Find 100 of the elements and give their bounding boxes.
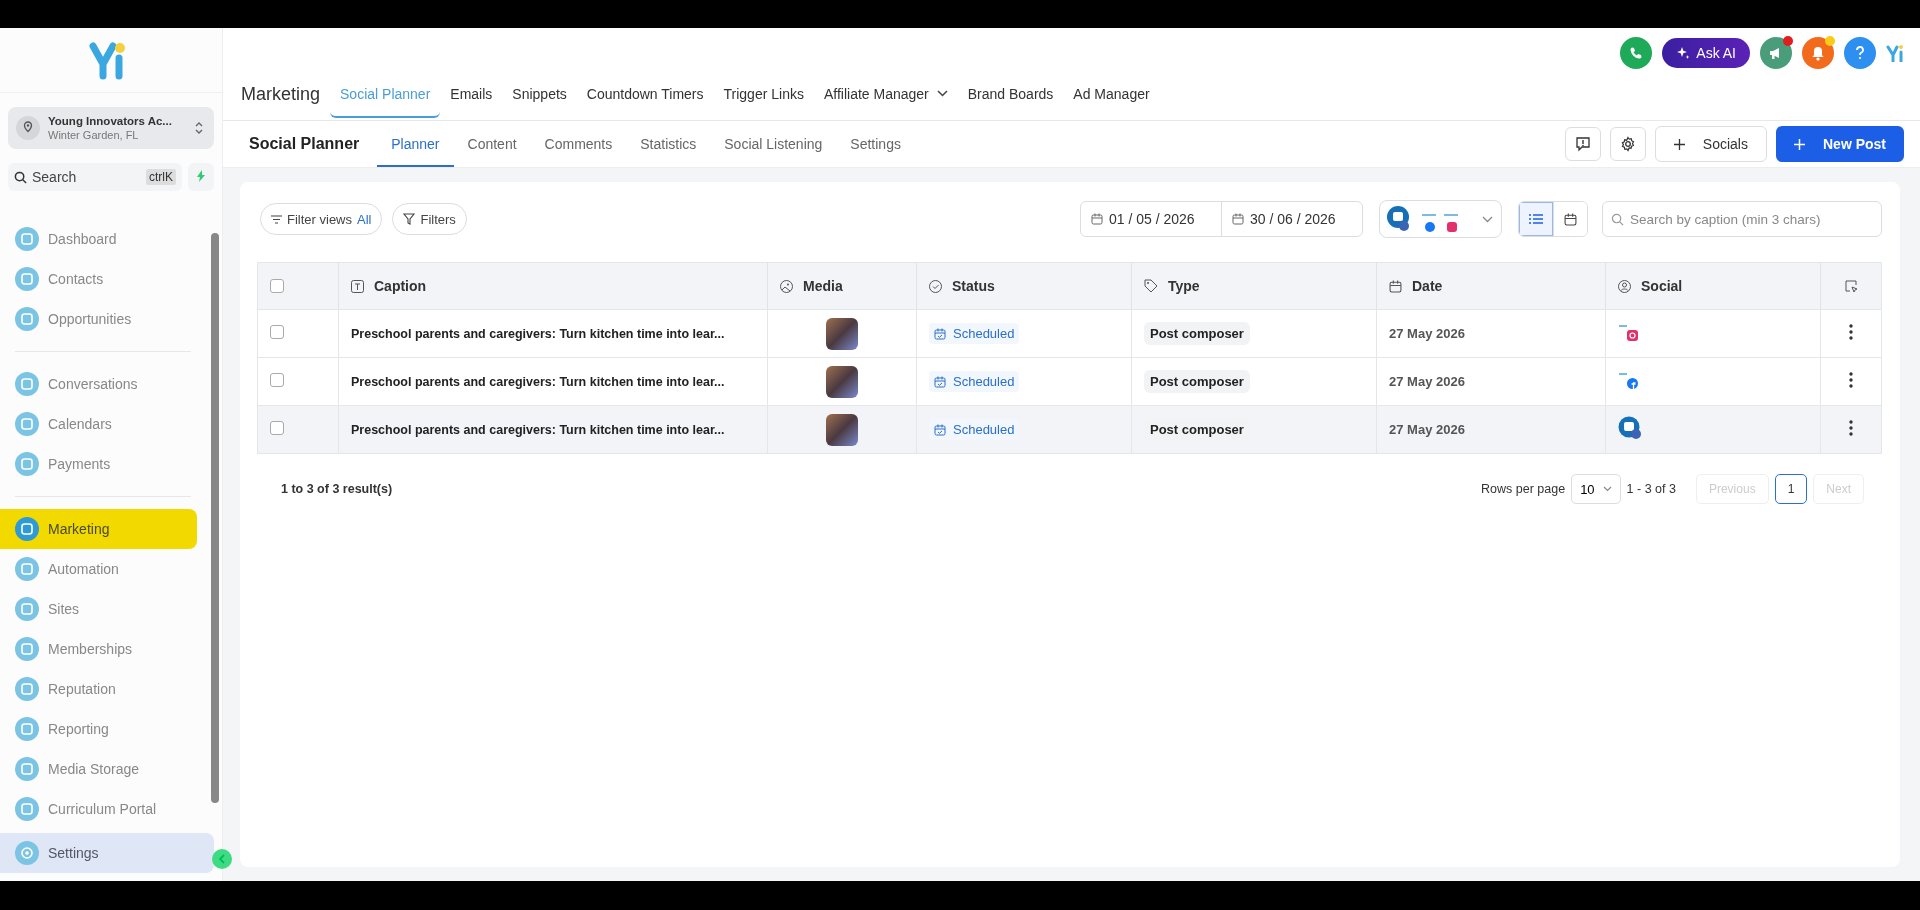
feedback-button[interactable] (1564, 127, 1601, 161)
notifications-button[interactable] (1802, 37, 1834, 69)
row-checkbox[interactable] (270, 373, 284, 387)
status-tag: Scheduled (929, 419, 1020, 440)
sidebar-item[interactable]: Calendars (0, 404, 197, 444)
tab[interactable]: Planner (377, 121, 454, 167)
list-view-button[interactable] (1519, 202, 1553, 236)
column-settings-icon (1844, 279, 1858, 293)
row-checkbox[interactable] (270, 325, 284, 339)
filters-button[interactable]: Filters (392, 203, 467, 235)
nav-tab[interactable]: Ad Manager (1063, 70, 1160, 118)
column-header: Type (1131, 262, 1377, 310)
sidebar-item[interactable]: Contacts (0, 259, 197, 299)
plus-icon (1673, 138, 1685, 150)
ask-ai-button[interactable]: Ask AI (1662, 38, 1750, 68)
select-all-checkbox[interactable] (270, 279, 284, 293)
sidebar-item[interactable]: Automation (0, 549, 197, 589)
nav-icon (15, 677, 39, 701)
chevron-left-icon (218, 854, 226, 864)
post-caption[interactable]: Preschool parents and caregivers: Turn kitchen time into lear... (351, 327, 725, 341)
nav-tab[interactable]: Snippets (502, 70, 577, 118)
logo-icon[interactable] (1886, 44, 1906, 62)
column-header: Media (767, 262, 917, 310)
tab[interactable]: Content (453, 121, 531, 167)
sidebar-item[interactable]: Sites (0, 589, 197, 629)
chevron-down-icon (1482, 215, 1493, 223)
sidebar-item[interactable]: Payments (0, 444, 197, 484)
nav-icon (15, 557, 39, 581)
help-button[interactable] (1844, 37, 1876, 69)
add-socials-button[interactable]: Socials (1654, 126, 1767, 162)
tab[interactable]: Statistics (626, 121, 711, 167)
rows-per-page-label: Rows per page (1481, 482, 1566, 496)
nav-icon (15, 797, 39, 821)
nav-tab[interactable]: Affiliate Manager (813, 70, 958, 118)
nav-tab[interactable]: Brand Boards (957, 70, 1064, 118)
feedback-icon (1574, 136, 1591, 152)
calendar-view-button[interactable] (1553, 202, 1587, 236)
accounts-selector[interactable] (1379, 200, 1502, 238)
nav-icon (15, 307, 39, 331)
location-pin-icon (16, 116, 40, 140)
business-account-icon (1618, 416, 1644, 440)
nav-icon (15, 452, 39, 476)
nav-icon (15, 717, 39, 741)
nav-icon (15, 517, 39, 541)
phone-button[interactable] (1620, 37, 1653, 69)
results-summary: 1 to 3 of 3 result(s) (281, 482, 393, 496)
type-tag: Post composer (1144, 370, 1250, 393)
nav-icon (15, 637, 39, 661)
column-header: Caption (338, 262, 768, 310)
sidebar-item[interactable]: Marketing (0, 509, 197, 549)
image-icon (780, 279, 793, 293)
new-post-button[interactable]: New Post (1776, 126, 1904, 162)
post-date: 27 May 2026 (1389, 422, 1465, 437)
status-tag: Scheduled (929, 371, 1020, 392)
sidebar-item[interactable]: Media Storage (0, 749, 197, 789)
facebook-account-icon (1618, 370, 1640, 390)
sidebar-item[interactable]: Reporting (0, 709, 197, 749)
chevron-down-icon (1602, 486, 1612, 492)
tab[interactable]: Social Listening (710, 121, 837, 167)
page-number-button[interactable]: 1 (1774, 474, 1808, 504)
kebab-menu-icon (1849, 372, 1853, 388)
scrollbar[interactable] (211, 233, 219, 803)
sparkle-icon (1676, 46, 1691, 60)
quick-action-button[interactable] (188, 163, 214, 191)
sidebar-item[interactable]: Conversations (0, 364, 197, 404)
rows-per-page-select[interactable]: 10 (1571, 474, 1621, 504)
row-checkbox[interactable] (270, 421, 284, 435)
nav-tab[interactable]: Emails (440, 70, 503, 118)
column-header: Date (1376, 262, 1606, 310)
nav-icon (15, 757, 39, 781)
sidebar-item[interactable]: Curriculum Portal (0, 789, 197, 829)
status-tag: Scheduled (929, 323, 1020, 344)
sidebar-item[interactable]: Settings (0, 833, 214, 873)
search-icon (1611, 213, 1624, 226)
bell-icon (1811, 45, 1825, 61)
account-switcher[interactable]: Young Innovators Ac... Winter Garden, FL (8, 107, 214, 149)
settings-button[interactable] (1609, 127, 1646, 161)
page-range: 1 - 3 of 3 (1626, 482, 1676, 496)
tab[interactable]: Comments (530, 121, 627, 167)
tab[interactable]: Settings (836, 121, 915, 167)
sidebar-item[interactable]: Opportunities (0, 299, 197, 339)
instagram-account-icon (1618, 322, 1640, 342)
caption-search-field[interactable]: Search by caption (min 3 chars) (1602, 201, 1882, 237)
sort-lines-icon (271, 214, 282, 224)
sidebar-item[interactable]: Reputation (0, 669, 197, 709)
section-title: Social Planner (249, 135, 360, 153)
sidebar-item[interactable]: Memberships (0, 629, 197, 669)
kebab-menu-icon (1849, 420, 1853, 436)
nav-tab[interactable]: Trigger Links (713, 70, 814, 118)
nav-icon (15, 597, 39, 621)
filter-views-button[interactable]: Filter views All (260, 203, 383, 235)
gear-icon (15, 841, 39, 865)
list-icon (1529, 213, 1543, 225)
nav-icon (15, 372, 39, 396)
text-icon (351, 279, 364, 293)
nav-tab[interactable]: Countdown Timers (576, 70, 714, 118)
post-caption[interactable]: Preschool parents and caregivers: Turn kitchen time into lear... (351, 375, 725, 389)
sidebar-item[interactable]: Dashboard (0, 219, 197, 259)
plus-icon (1794, 138, 1805, 150)
announcements-button[interactable] (1760, 37, 1792, 69)
